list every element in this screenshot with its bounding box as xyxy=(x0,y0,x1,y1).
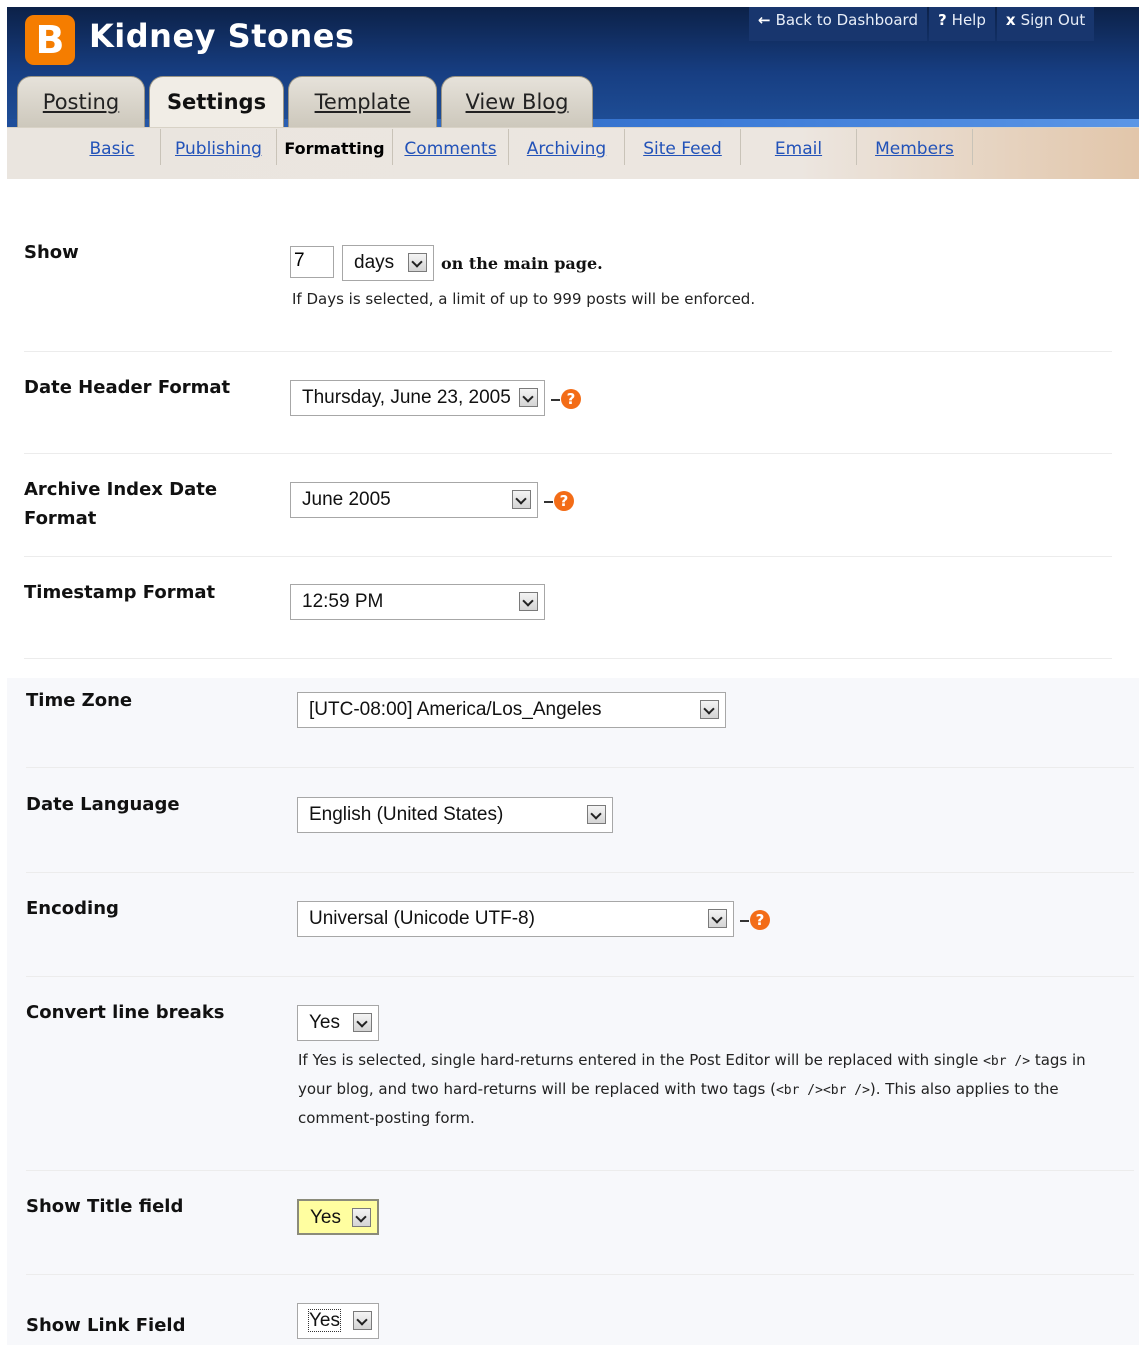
chevron-down-icon xyxy=(408,253,427,272)
divider xyxy=(26,1170,1134,1171)
help-dash xyxy=(544,501,553,503)
divider xyxy=(26,872,1134,873)
divider xyxy=(24,453,1112,454)
question-icon: ? xyxy=(937,11,947,29)
show-link-field-select[interactable]: Yes xyxy=(297,1303,379,1339)
date-header-format-label: Date Header Format xyxy=(24,377,231,398)
divider xyxy=(26,1274,1134,1275)
chevron-down-icon xyxy=(700,700,719,719)
time-zone-label: Time Zone xyxy=(26,690,133,711)
subtab-formatting[interactable]: Formatting xyxy=(277,129,393,165)
convert-line-breaks-note: If Yes is selected, single hard-returns … xyxy=(298,1051,1086,1127)
top-links: ← Back to Dashboard ? Help x Sign Out xyxy=(749,7,1096,41)
date-language-select[interactable]: English (United States) xyxy=(297,797,613,833)
blog-title: Kidney Stones xyxy=(89,17,355,55)
help-icon[interactable]: ? xyxy=(750,910,770,930)
close-icon: x xyxy=(1005,11,1016,29)
chevron-down-icon xyxy=(512,490,531,509)
subtab-publishing[interactable]: Publishing xyxy=(161,129,277,165)
archive-index-date-format-select[interactable]: June 2005 xyxy=(290,482,538,518)
date-language-label: Date Language xyxy=(26,794,180,815)
encoding-label: Encoding xyxy=(26,898,119,919)
chevron-down-icon xyxy=(519,592,538,611)
divider xyxy=(24,351,1112,352)
archive-index-date-format-label: Archive Index Date Format xyxy=(24,479,218,529)
convert-line-breaks-select[interactable]: Yes xyxy=(297,1005,379,1041)
help-dash xyxy=(740,920,749,922)
show-title-field-label: Show Title field xyxy=(26,1196,184,1217)
subtab-comments[interactable]: Comments xyxy=(393,129,509,165)
help-link[interactable]: ? Help xyxy=(928,7,995,41)
chevron-down-icon xyxy=(353,1013,372,1032)
encoding-select[interactable]: Universal (Unicode UTF-8) xyxy=(297,901,734,937)
show-link-field-label: Show Link Field xyxy=(26,1315,186,1336)
tab-template[interactable]: Template xyxy=(288,76,437,127)
subtab-site-feed[interactable]: Site Feed xyxy=(625,129,741,165)
tab-settings[interactable]: Settings xyxy=(149,76,284,127)
tab-posting[interactable]: Posting xyxy=(17,76,145,127)
show-count-input[interactable]: 7 xyxy=(290,246,334,278)
chevron-down-icon xyxy=(352,1208,371,1227)
timestamp-format-label: Timestamp Format xyxy=(24,582,216,603)
sign-out-link[interactable]: x Sign Out xyxy=(996,7,1095,41)
show-title-field-select[interactable]: Yes xyxy=(297,1199,379,1235)
chevron-down-icon xyxy=(353,1311,372,1330)
back-arrow-icon: ← xyxy=(758,11,771,29)
back-to-dashboard-link[interactable]: ← Back to Dashboard xyxy=(749,7,927,41)
subtab-email[interactable]: Email xyxy=(741,129,857,165)
divider xyxy=(24,658,1112,659)
help-icon[interactable]: ? xyxy=(561,389,581,409)
divider xyxy=(26,767,1134,768)
settings-subtabs-bar: Basic Publishing Formatting Comments Arc… xyxy=(7,127,1139,179)
show-unit-select[interactable]: days xyxy=(342,245,434,281)
convert-line-breaks-label: Convert line breaks xyxy=(26,1002,225,1023)
subtab-archiving[interactable]: Archiving xyxy=(509,129,625,165)
main-tabs: Posting Settings Template View Blog xyxy=(17,76,597,127)
divider xyxy=(26,976,1134,977)
show-note: If Days is selected, a limit of up to 99… xyxy=(292,290,756,308)
show-label: Show xyxy=(24,242,79,263)
chevron-down-icon xyxy=(708,909,727,928)
chevron-down-icon xyxy=(587,805,606,824)
subtab-basic[interactable]: Basic xyxy=(64,129,161,165)
date-header-format-select[interactable]: Thursday, June 23, 2005 xyxy=(290,380,545,416)
subtab-members[interactable]: Members xyxy=(857,129,973,165)
chevron-down-icon xyxy=(519,388,538,407)
timestamp-format-select[interactable]: 12:59 PM xyxy=(290,584,545,620)
help-dash xyxy=(551,399,560,401)
settings-subtabs: Basic Publishing Formatting Comments Arc… xyxy=(64,129,973,165)
show-suffix: on the main page. xyxy=(441,254,603,273)
divider xyxy=(24,556,1112,557)
tab-view-blog[interactable]: View Blog xyxy=(441,76,593,127)
blogger-logo-icon[interactable]: B xyxy=(25,15,75,65)
time-zone-select[interactable]: [UTC-08:00] America/Los_Angeles xyxy=(297,692,726,728)
help-icon[interactable]: ? xyxy=(554,491,574,511)
